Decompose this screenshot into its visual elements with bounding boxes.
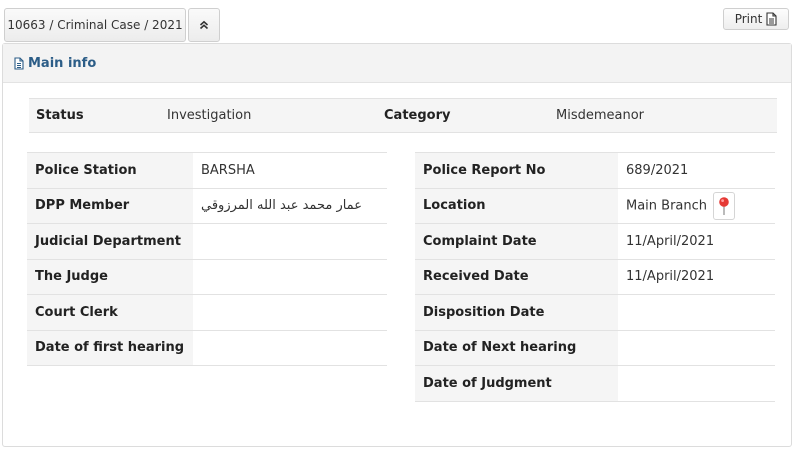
location-pin-button[interactable]	[713, 191, 736, 220]
map-pin-icon	[719, 196, 729, 215]
next-hearing-label: Date of Next hearing	[415, 329, 618, 366]
judgment-date-label: Date of Judgment	[415, 365, 618, 402]
received-date-label: Received Date	[415, 258, 618, 295]
print-button[interactable]: Print	[723, 8, 789, 30]
dpp-member-value: عمار محمد عبد الله المرزوقي	[193, 187, 387, 224]
table-row: Police Report No 689/2021	[415, 152, 775, 188]
panel-title: Main info	[28, 55, 97, 71]
table-row: The Judge	[27, 258, 387, 295]
judge-label: The Judge	[27, 258, 193, 295]
table-row: Disposition Date	[415, 294, 775, 330]
table-row: Police Station BARSHA	[27, 152, 387, 188]
table-row: Date of first hearing	[27, 329, 387, 366]
left-info-table: Police Station BARSHA DPP Member عمار مح…	[27, 152, 387, 366]
table-row: Judicial Department	[27, 223, 387, 259]
chevron-double-up-icon	[199, 20, 209, 30]
disposition-date-value	[618, 294, 775, 330]
table-row: DPP Member عمار محمد عبد الله المرزوقي	[27, 187, 387, 224]
document-icon	[14, 56, 24, 70]
first-hearing-label: Date of first hearing	[27, 329, 193, 366]
category-label: Category	[384, 108, 451, 123]
court-clerk-label: Court Clerk	[27, 294, 193, 330]
first-hearing-value	[193, 329, 387, 366]
location-value: Main Branch	[626, 198, 708, 214]
court-clerk-value	[193, 294, 387, 330]
complaint-date-label: Complaint Date	[415, 223, 618, 259]
dpp-member-label: DPP Member	[27, 187, 193, 224]
police-report-label: Police Report No	[415, 152, 618, 188]
judgment-date-value	[618, 365, 775, 402]
location-label: Location	[415, 187, 618, 224]
table-row: Complaint Date 11/April/2021	[415, 223, 775, 259]
judge-value	[193, 258, 387, 295]
next-hearing-value	[618, 329, 775, 366]
status-label: Status	[36, 108, 84, 123]
judicial-department-label: Judicial Department	[27, 223, 193, 259]
right-info-table: Police Report No 689/2021 Location Main …	[415, 152, 775, 402]
table-row: Date of Next hearing	[415, 329, 775, 366]
table-row: Date of Judgment	[415, 365, 775, 402]
main-info-panel: Main info Status Investigation Category …	[2, 43, 792, 447]
category-value: Misdemeanor	[556, 108, 645, 123]
table-row: Court Clerk	[27, 294, 387, 330]
police-report-value: 689/2021	[618, 152, 775, 188]
police-station-label: Police Station	[27, 152, 193, 188]
document-icon	[766, 12, 777, 26]
complaint-date-value: 11/April/2021	[618, 223, 775, 259]
disposition-date-label: Disposition Date	[415, 294, 618, 330]
case-tab[interactable]: 10663 / Criminal Case / 2021	[4, 8, 186, 42]
status-row: Status Investigation Category Misdemeano…	[29, 98, 777, 133]
status-value: Investigation	[167, 108, 252, 123]
table-row: Location Main Branch	[415, 187, 775, 224]
judicial-department-value	[193, 223, 387, 259]
collapse-button[interactable]	[188, 8, 220, 42]
print-button-label: Print	[734, 12, 763, 26]
received-date-value: 11/April/2021	[618, 258, 775, 295]
case-tab-label: 10663 / Criminal Case / 2021	[7, 18, 183, 32]
table-row: Received Date 11/April/2021	[415, 258, 775, 295]
panel-header[interactable]: Main info	[3, 44, 791, 83]
police-station-value: BARSHA	[193, 152, 387, 188]
location-cell: Main Branch	[618, 187, 775, 224]
